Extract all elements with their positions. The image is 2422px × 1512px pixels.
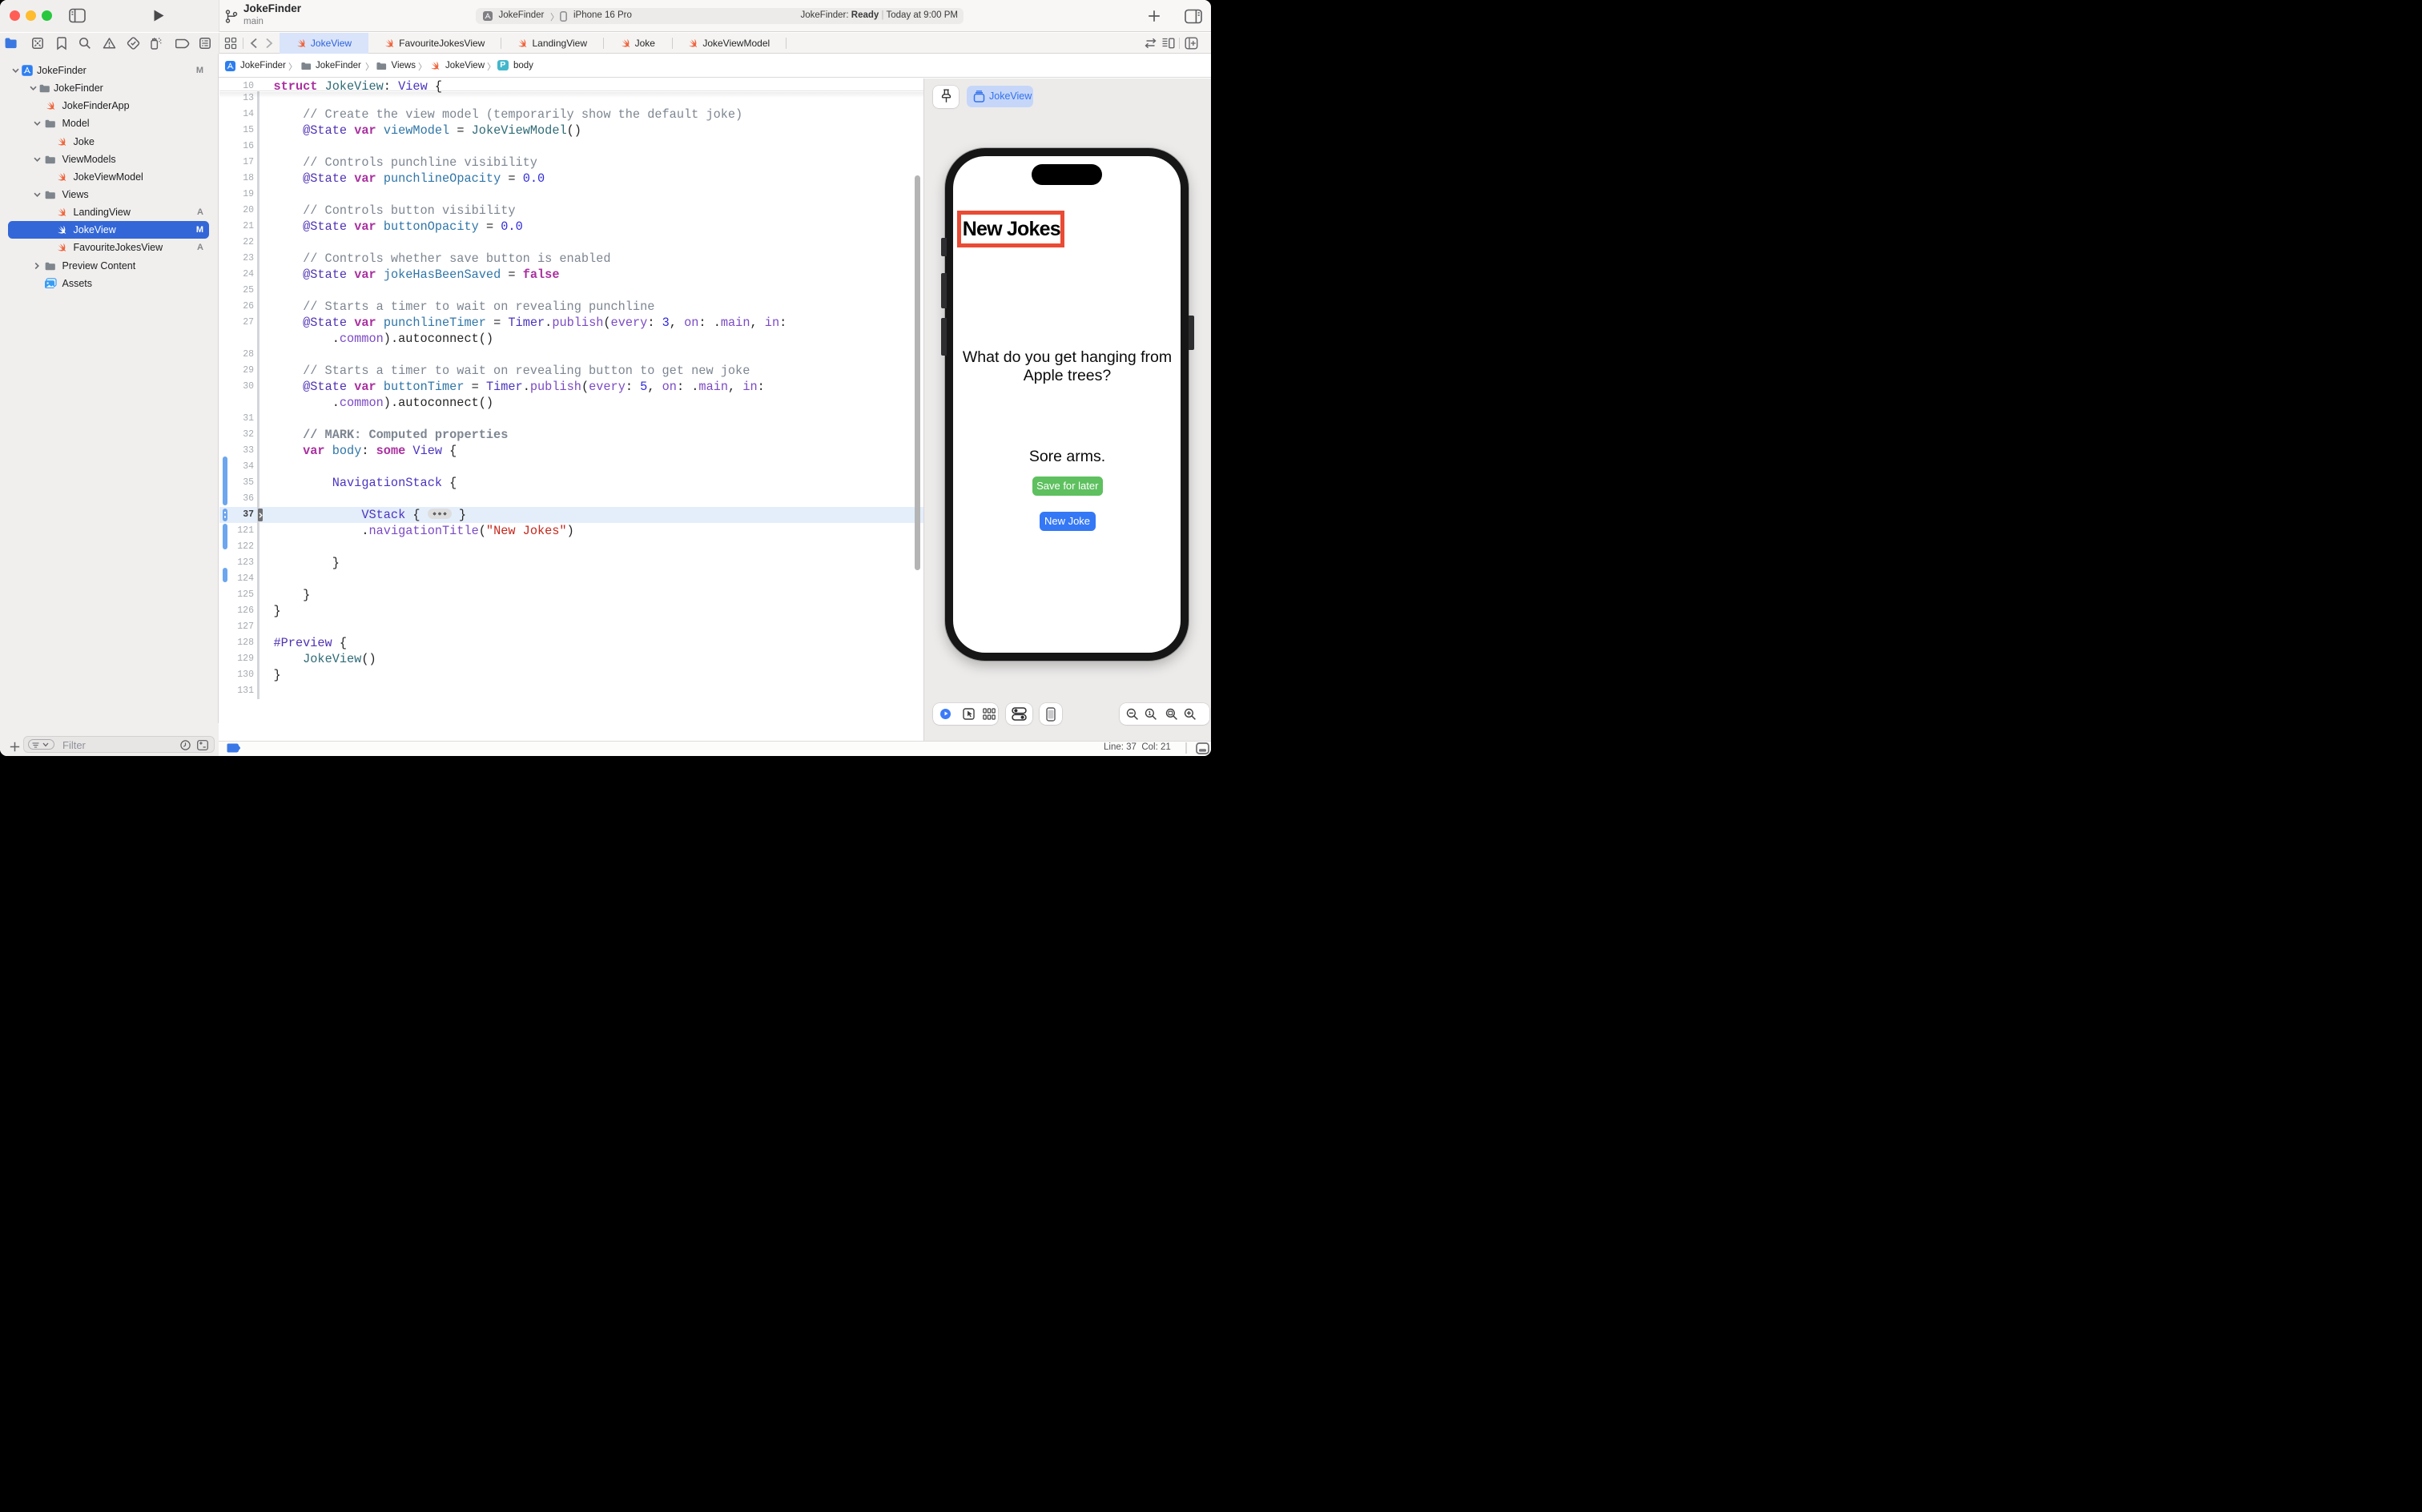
svg-text:1: 1 [1148,711,1151,717]
